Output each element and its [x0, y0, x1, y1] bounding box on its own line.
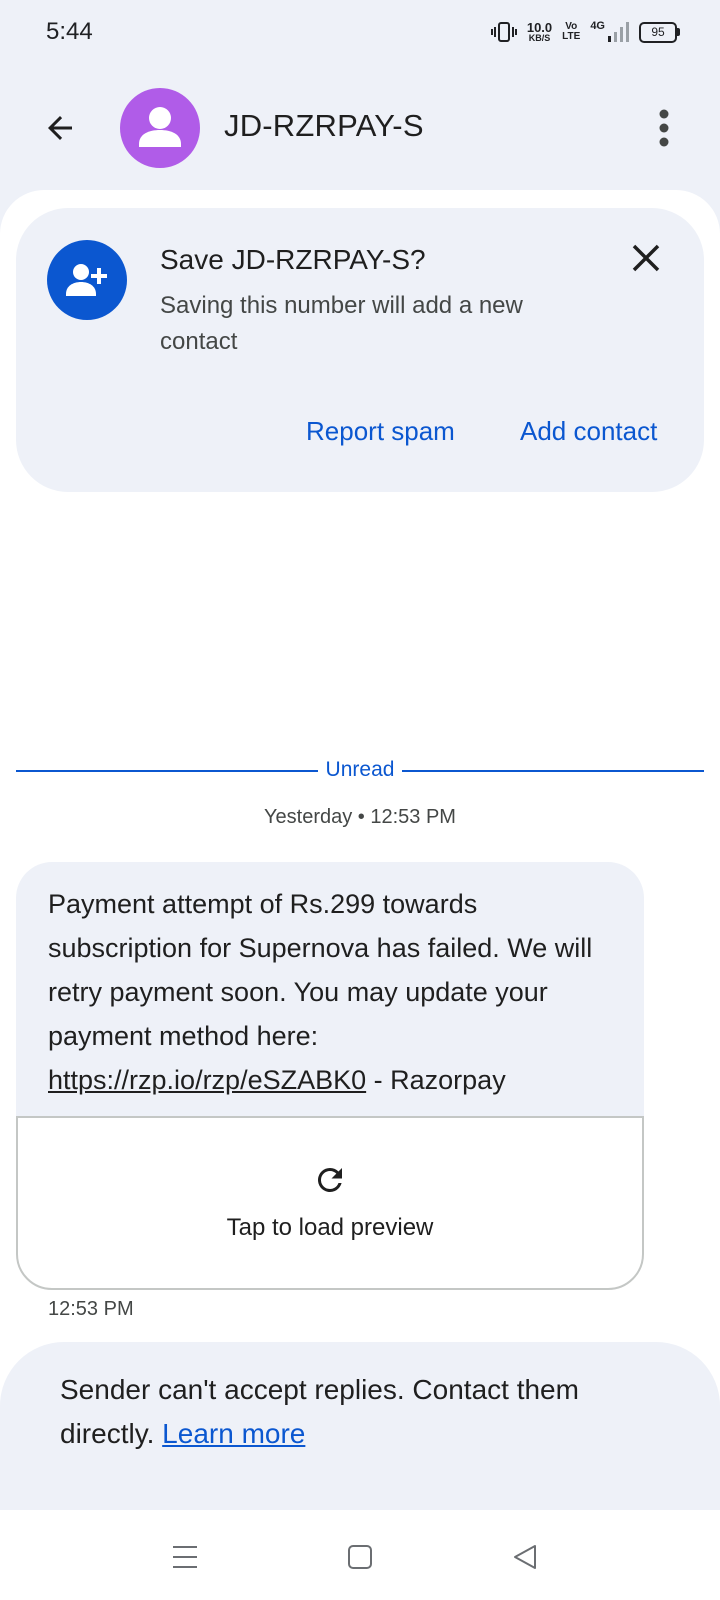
nav-back-button[interactable]	[500, 1532, 550, 1582]
person-add-icon	[66, 264, 107, 296]
status-icons: 10.0 KB/S Vo LTE 4G 95	[490, 18, 680, 46]
close-icon	[632, 244, 660, 272]
message-bubble[interactable]: Payment attempt of Rs.299 towards subscr…	[16, 862, 644, 1290]
app-bar: JD-RZRPAY-S	[0, 80, 720, 176]
battery-icon: 95	[639, 21, 680, 43]
report-spam-button[interactable]: Report spam	[306, 416, 455, 447]
message-body[interactable]: Payment attempt of Rs.299 towards subscr…	[16, 862, 644, 1116]
home-button[interactable]	[335, 1532, 385, 1582]
add-person-avatar	[47, 240, 127, 320]
home-icon	[348, 1545, 372, 1569]
back-button[interactable]	[34, 102, 86, 154]
add-contact-button[interactable]: Add contact	[520, 416, 657, 447]
message-text: Payment attempt of Rs.299 towards subscr…	[48, 889, 593, 1095]
contact-avatar[interactable]	[120, 88, 200, 168]
save-contact-card: Save JD-RZRPAY-S? Saving this number wil…	[16, 208, 704, 492]
more-vert-icon	[659, 109, 669, 147]
refresh-icon	[317, 1168, 342, 1192]
link-preview[interactable]: Tap to load preview	[16, 1116, 644, 1290]
system-nav-bar	[0, 1510, 720, 1600]
recent-apps-button[interactable]	[160, 1532, 210, 1582]
divider-line	[402, 770, 704, 772]
net-speed: 10.0 KB/S	[526, 20, 553, 43]
learn-more-link[interactable]: Learn more	[162, 1418, 305, 1449]
signal-icon: 4G	[590, 21, 629, 43]
back-triangle-icon	[514, 1545, 536, 1569]
vibrate-icon	[490, 22, 517, 42]
contact-name[interactable]: JD-RZRPAY-S	[224, 108, 424, 144]
message-time: 12:53 PM	[48, 1298, 134, 1320]
save-card-description: Saving this number will add a new contac…	[160, 292, 523, 355]
more-options-button[interactable]	[640, 102, 688, 154]
menu-icon	[173, 1546, 197, 1568]
reply-notice-text: Sender can't accept replies. Contact the…	[60, 1374, 579, 1449]
save-card-title: Save JD-RZRPAY-S?	[160, 244, 426, 275]
dismiss-card-button[interactable]	[626, 238, 666, 278]
arrow-back-icon	[48, 116, 72, 140]
person-icon	[139, 107, 181, 147]
load-preview-label: Tap to load preview	[226, 1214, 434, 1241]
volte-indicator: Vo LTE	[562, 21, 581, 42]
reply-notice: Sender can't accept replies. Contact the…	[0, 1342, 720, 1510]
status-bar: 5:44 10.0 KB/S Vo LTE 4G 95	[0, 0, 720, 64]
unread-divider: Unread	[16, 758, 704, 782]
message-link[interactable]: https://rzp.io/rzp/eSZABK0	[48, 1065, 366, 1095]
status-time: 5:44	[46, 18, 93, 45]
date-stamp: Yesterday • 12:53 PM	[264, 806, 456, 828]
